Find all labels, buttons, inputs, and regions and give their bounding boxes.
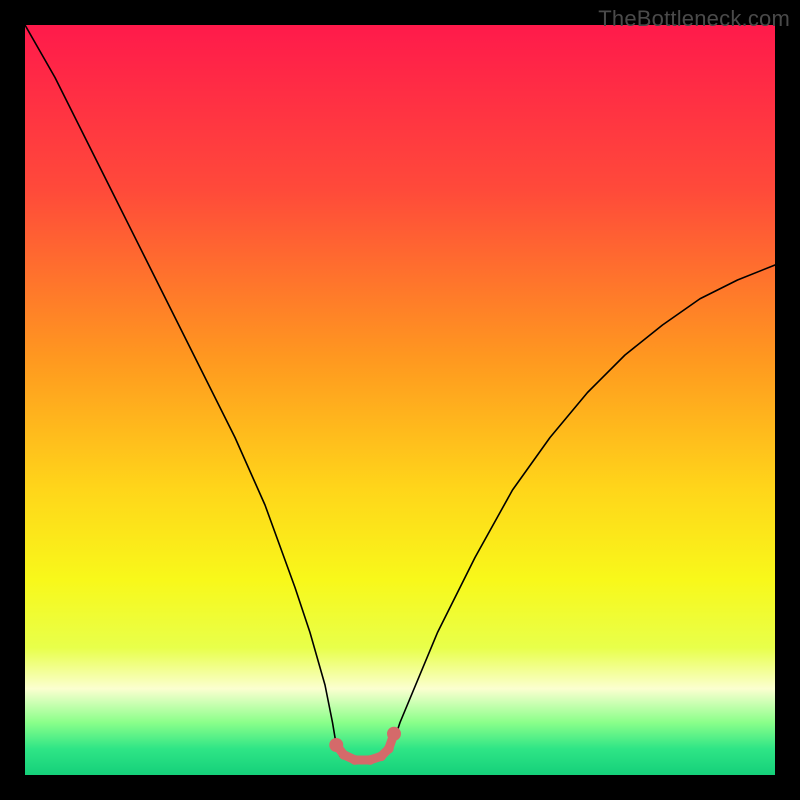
valley-highlight-dot — [365, 755, 375, 765]
valley-highlight-dot — [329, 738, 343, 752]
chart-svg — [25, 25, 775, 775]
valley-highlight-dot — [384, 744, 394, 754]
valley-highlight-dot — [387, 727, 401, 741]
plot-area — [25, 25, 775, 775]
valley-highlight-dot — [350, 755, 360, 765]
valley-highlight-dot — [339, 750, 349, 760]
heatmap-background — [25, 25, 775, 775]
valley-highlight-dot — [376, 751, 386, 761]
chart-frame: TheBottleneck.com — [0, 0, 800, 800]
watermark-text: TheBottleneck.com — [598, 6, 790, 32]
